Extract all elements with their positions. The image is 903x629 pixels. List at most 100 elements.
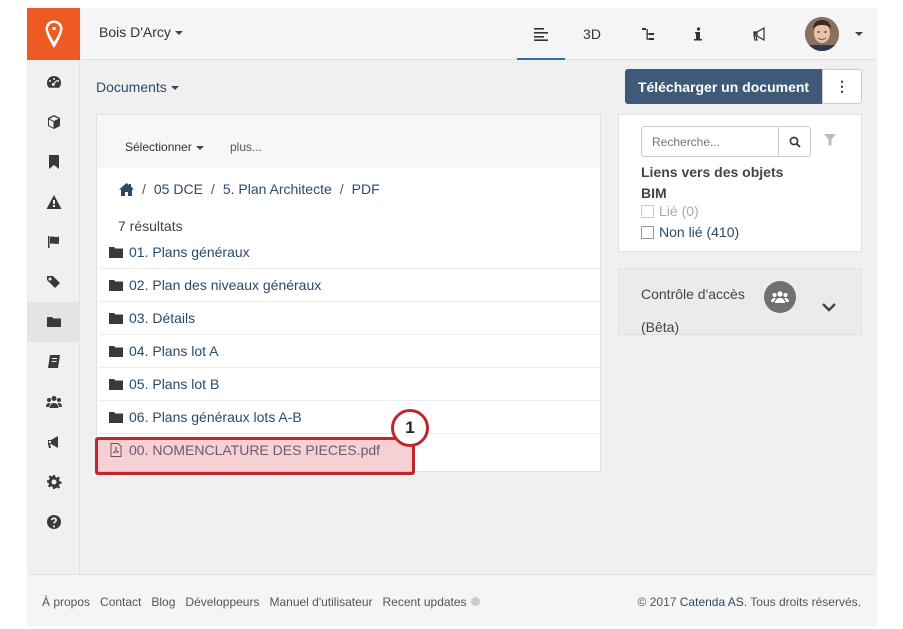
top-bar: Bois D'Arcy 3D bbox=[80, 8, 877, 60]
checkbox[interactable] bbox=[641, 204, 654, 218]
footer-link-blog[interactable]: Blog bbox=[151, 595, 175, 609]
copyright-suffix: Tous droits réservés. bbox=[750, 595, 861, 609]
copyright-prefix: © 2017 bbox=[637, 595, 677, 609]
folder-row[interactable]: 03. Détails bbox=[99, 301, 600, 334]
file-toolbar: Sélectionner plus... bbox=[97, 115, 600, 168]
beta-label: (Bêta) bbox=[641, 319, 680, 335]
breadcrumb-item[interactable]: 5. Plan Architecte bbox=[223, 181, 332, 197]
tab-list-view[interactable] bbox=[517, 8, 565, 60]
access-control-panel[interactable]: Contrôle d'accès (Bêta) bbox=[618, 268, 862, 335]
sidebar-item-announcements[interactable] bbox=[27, 422, 80, 462]
book-icon bbox=[47, 355, 60, 368]
result-count: 7 résultats bbox=[118, 218, 183, 234]
users-icon bbox=[45, 396, 62, 408]
folder-name: 05. Plans lot B bbox=[129, 376, 220, 392]
folder-row[interactable]: 02. Plan des niveaux généraux bbox=[99, 268, 600, 301]
select-label: Sélectionner bbox=[125, 140, 192, 154]
upload-document-button[interactable]: Télécharger un document bbox=[625, 69, 822, 104]
user-avatar[interactable] bbox=[805, 17, 839, 51]
documents-dropdown[interactable]: Documents bbox=[96, 79, 179, 95]
flag-icon bbox=[47, 236, 59, 248]
megaphone-icon bbox=[47, 436, 58, 448]
folder-row[interactable]: 05. Plans lot B bbox=[99, 367, 600, 400]
more-options-button[interactable]: ⋮ bbox=[822, 69, 862, 104]
tab-tree[interactable] bbox=[628, 8, 668, 60]
footer: À propos Contact Blog Développeurs Manue… bbox=[27, 574, 877, 626]
folder-name: 01. Plans généraux bbox=[129, 243, 250, 260]
users-icon bbox=[764, 281, 796, 313]
sidebar-item-flags[interactable] bbox=[27, 222, 80, 262]
documents-label: Documents bbox=[96, 79, 167, 95]
tab-info[interactable] bbox=[680, 8, 716, 60]
sidebar-item-dashboard[interactable] bbox=[27, 62, 80, 102]
info-icon bbox=[694, 27, 702, 41]
sidebar-item-help[interactable] bbox=[27, 502, 80, 542]
breadcrumb-separator: / bbox=[210, 181, 215, 197]
sidebar-item-tags[interactable] bbox=[27, 262, 80, 302]
checkbox[interactable] bbox=[641, 225, 654, 239]
select-dropdown[interactable]: Sélectionner bbox=[125, 140, 204, 154]
search-icon bbox=[789, 136, 801, 148]
breadcrumb-item[interactable]: 05 DCE bbox=[154, 181, 203, 197]
more-actions-link[interactable]: plus... bbox=[230, 140, 262, 154]
step-badge: 1 bbox=[391, 409, 429, 447]
warning-icon bbox=[46, 195, 61, 209]
list-icon bbox=[534, 28, 548, 41]
chevron-down-icon bbox=[170, 86, 179, 91]
footer-link-contact[interactable]: Contact bbox=[100, 595, 141, 609]
sidebar-item-library[interactable] bbox=[27, 342, 80, 382]
sidebar bbox=[27, 8, 80, 574]
chevron-down-icon[interactable] bbox=[822, 302, 836, 312]
footer-link-about[interactable]: À propos bbox=[42, 595, 90, 609]
user-menu-chevron-icon[interactable] bbox=[855, 32, 863, 36]
footer-link-manual[interactable]: Manuel d'utilisateur bbox=[269, 595, 372, 609]
filter-icon[interactable] bbox=[824, 134, 836, 146]
option-label: Non lié (410) bbox=[659, 224, 740, 240]
sidebar-item-models[interactable] bbox=[27, 102, 80, 142]
tab-3d[interactable]: 3D bbox=[573, 8, 611, 60]
home-icon[interactable] bbox=[119, 182, 134, 196]
folder-icon bbox=[109, 412, 123, 423]
sidebar-item-settings[interactable] bbox=[27, 462, 80, 502]
access-control-label: Contrôle d'accès bbox=[641, 286, 745, 302]
sidebar-item-issues[interactable] bbox=[27, 182, 80, 222]
footer-link-updates[interactable]: Recent updates bbox=[382, 595, 480, 609]
gear-icon bbox=[46, 475, 62, 489]
footer-link-developers[interactable]: Développeurs bbox=[185, 595, 259, 609]
logo[interactable] bbox=[27, 8, 80, 60]
sidebar-item-bookmarks[interactable] bbox=[27, 142, 80, 182]
breadcrumb: / 05 DCE / 5. Plan Architecte / PDF bbox=[119, 181, 380, 197]
file-name: 00. NOMENCLATURE DES PIECES.pdf bbox=[129, 442, 381, 458]
folder-row[interactable]: 04. Plans lot A bbox=[99, 334, 600, 367]
company-link[interactable]: Catenda AS. bbox=[680, 595, 747, 609]
folder-row[interactable]: 01. Plans généraux bbox=[99, 235, 600, 268]
status-dot-icon bbox=[470, 597, 480, 606]
sidebar-item-documents[interactable] bbox=[27, 302, 80, 342]
folder-name: 06. Plans généraux lots A-B bbox=[129, 409, 302, 425]
breadcrumb-separator: / bbox=[142, 181, 146, 197]
users-glyph bbox=[771, 291, 789, 303]
search-button[interactable] bbox=[778, 126, 811, 157]
folder-icon bbox=[109, 280, 123, 291]
cube-icon bbox=[47, 115, 60, 129]
app-window: Bois D'Arcy 3D Documents Télécharger un … bbox=[27, 8, 877, 626]
pdf-file-row[interactable]: 00. NOMENCLATURE DES PIECES.pdf bbox=[99, 433, 600, 466]
folder-icon bbox=[109, 379, 123, 390]
folder-row[interactable]: 06. Plans généraux lots A-B bbox=[99, 400, 600, 433]
folder-name: 02. Plan des niveaux généraux bbox=[129, 277, 322, 293]
chevron-down-icon bbox=[195, 145, 204, 150]
tab-announcements[interactable] bbox=[740, 8, 780, 60]
folder-icon bbox=[109, 346, 123, 357]
breadcrumb-item-current[interactable]: PDF bbox=[352, 181, 380, 197]
folder-name: 04. Plans lot A bbox=[129, 343, 219, 359]
search-input[interactable] bbox=[641, 126, 779, 157]
sidebar-item-users[interactable] bbox=[27, 382, 80, 422]
bookmark-icon bbox=[48, 155, 59, 169]
bim-links-title: Liens vers des objets BIM bbox=[641, 164, 784, 201]
folder-name: 03. Détails bbox=[129, 310, 196, 326]
main-content: Documents Télécharger un document ⋮ Séle… bbox=[80, 60, 877, 574]
filter-option-unlinked[interactable]: Non lié (410) bbox=[641, 224, 739, 240]
project-dropdown[interactable]: Bois D'Arcy bbox=[99, 24, 183, 40]
filter-option-linked[interactable]: Lié (0) bbox=[641, 203, 699, 219]
help-icon bbox=[46, 515, 61, 529]
